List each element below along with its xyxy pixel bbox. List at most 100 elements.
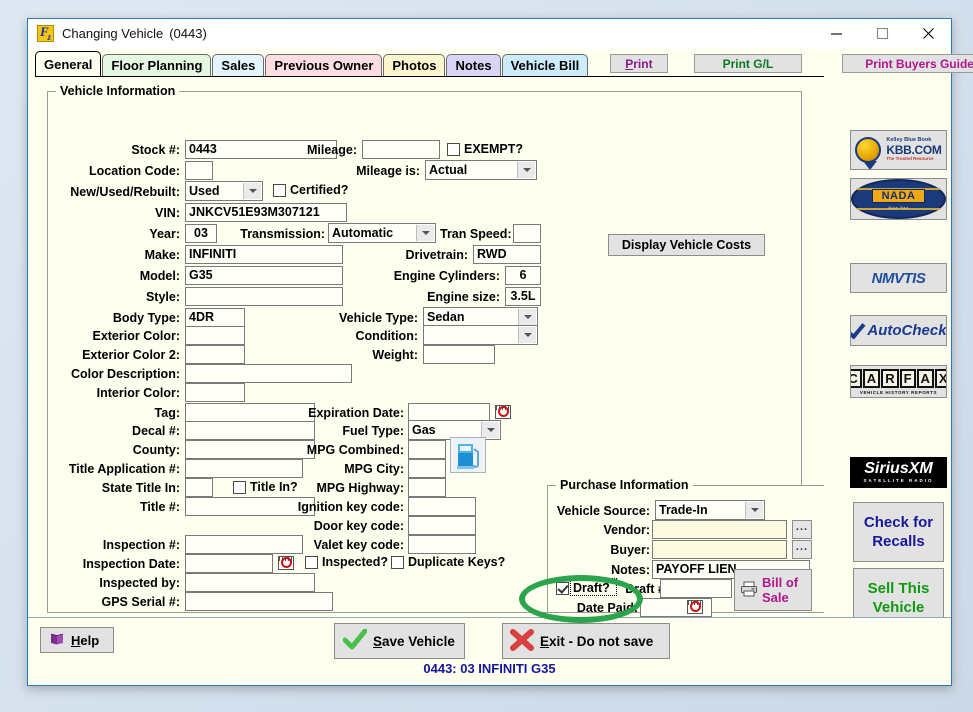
mileage-is-select[interactable]: Actual [425, 160, 537, 180]
inspected-by-input[interactable] [185, 573, 315, 592]
window-title-number: (0443) [169, 26, 207, 41]
label-body-type: Body Type: [112, 311, 180, 325]
gps-serial-no-input[interactable] [185, 592, 333, 611]
vendor-browse-button[interactable]: ... [792, 520, 812, 539]
body-type-input[interactable]: 4DR [185, 308, 245, 327]
weight-input[interactable] [423, 345, 495, 364]
decal-no-input[interactable] [185, 421, 315, 440]
nada-button[interactable]: NADA Blue Pad [850, 178, 947, 220]
tab-notes[interactable]: Notes [446, 54, 501, 76]
purchase-information-legend: Purchase Information [556, 478, 693, 492]
siriusxm-button[interactable]: SiriusXM SATELLITE RADIO [850, 457, 947, 488]
door-key-code-input[interactable] [408, 516, 476, 535]
minimize-icon[interactable] [813, 19, 859, 49]
label-title-application-no: Title Application #: [68, 462, 180, 476]
exempt-checkbox[interactable] [447, 143, 460, 156]
county-input[interactable] [185, 440, 315, 459]
certified-checkbox[interactable] [273, 184, 286, 197]
exterior-color-2-input[interactable] [185, 345, 245, 364]
label-drivetrain: Drivetrain: [405, 248, 468, 262]
calendar-icon[interactable] [278, 556, 294, 570]
label-weight: Weight: [372, 348, 418, 362]
fuel-economy-icon[interactable] [450, 437, 486, 473]
engine-size-input[interactable]: 3.5L [505, 287, 541, 306]
tab-previous-owner[interactable]: Previous Owner [265, 54, 383, 76]
condition-select[interactable] [423, 325, 538, 345]
maximize-icon[interactable] [859, 19, 905, 49]
carfax-letter-a2: A [916, 368, 934, 388]
label-vehicle-type: Vehicle Type: [339, 311, 418, 325]
label-draft: Draft? [573, 581, 610, 595]
print-button[interactable]: Print [610, 54, 668, 73]
kbb-button[interactable]: Kelley Blue Book KBB.COM The Trusted Res… [850, 130, 947, 170]
help-button[interactable]: Help [40, 627, 114, 653]
tab-general-label: General [44, 56, 93, 72]
engine-cylinders-input[interactable]: 6 [505, 266, 541, 285]
nmvtis-button[interactable]: NMVTIS [850, 263, 947, 293]
buyer-browse-button[interactable]: ... [792, 540, 812, 559]
tag-input[interactable] [185, 403, 315, 422]
tab-vehicle-bill[interactable]: Vehicle Bill [501, 54, 589, 76]
transmission-value: Automatic [332, 226, 394, 240]
inspection-date-input[interactable] [185, 554, 273, 573]
calendar-icon[interactable] [495, 405, 511, 419]
title-in-checkbox[interactable] [233, 481, 246, 494]
style-input[interactable] [185, 287, 343, 306]
mileage-input[interactable] [362, 140, 440, 159]
new-used-rebuilt-select[interactable]: Used [185, 181, 263, 201]
check-for-recalls-button[interactable]: Check for Recalls [853, 502, 944, 562]
mpg-city-input[interactable] [408, 459, 446, 478]
mpg-highway-input[interactable] [408, 478, 446, 497]
print-button-label: rint [633, 56, 653, 71]
inspection-no-input[interactable] [185, 535, 303, 554]
draft-no-input[interactable] [660, 579, 732, 598]
bill-of-sale-button[interactable]: Bill of Sale [734, 569, 812, 611]
check-for-recalls-label: Check for Recalls [864, 513, 933, 551]
vehicle-source-select[interactable]: Trade-In [655, 500, 765, 520]
print-gl-button[interactable]: Print G/L [693, 54, 803, 73]
tab-floor-planning-label: Floor Planning [111, 58, 203, 73]
model-input[interactable]: G35 [185, 266, 343, 285]
state-title-in-input[interactable] [185, 478, 213, 497]
inspected-checkbox[interactable] [305, 556, 318, 569]
tab-sales[interactable]: Sales [212, 54, 265, 76]
save-vehicle-button[interactable]: Save Vehicle [334, 623, 465, 659]
tab-photos[interactable]: Photos [383, 54, 446, 76]
make-input[interactable]: INFINITI [185, 245, 343, 264]
vin-input[interactable]: JNKCV51E93M307121 [185, 203, 347, 222]
tab-general[interactable]: General [35, 51, 102, 76]
autocheck-button[interactable]: AutoCheck [850, 315, 947, 346]
changing-vehicle-window: Changing Vehicle (0443) General Floor Pla… [27, 18, 973, 686]
display-vehicle-costs-button[interactable]: Display Vehicle Costs [608, 234, 765, 256]
ignition-key-code-input[interactable] [408, 497, 476, 516]
close-icon[interactable] [905, 19, 951, 49]
duplicate-keys-checkbox[interactable] [391, 556, 404, 569]
label-engine-size: Engine size: [427, 290, 500, 304]
print-buyers-guide-button[interactable]: Print Buyers Guide [842, 54, 973, 73]
label-inspection-date: Inspection Date: [82, 557, 180, 571]
exit-do-not-save-button[interactable]: Exit - Do not save [502, 623, 670, 659]
draft-checkbox[interactable] [556, 582, 569, 595]
exterior-color-input[interactable] [185, 326, 245, 345]
year-input[interactable]: 03 [185, 224, 217, 243]
interior-color-input[interactable] [185, 383, 245, 402]
label-vin: VIN: [155, 206, 180, 220]
location-code-input[interactable] [185, 161, 213, 180]
label-engine-cylinders: Engine Cylinders: [393, 269, 500, 283]
carfax-button[interactable]: C A R F A X VEHICLE HISTORY REPORTS [850, 365, 947, 398]
color-description-input[interactable] [185, 364, 352, 383]
mpg-combined-input[interactable] [408, 440, 446, 459]
drivetrain-input[interactable]: RWD [473, 245, 541, 264]
label-date-paid: Date Paid: [576, 601, 638, 615]
vehicle-type-select[interactable]: Sedan [423, 307, 538, 327]
title-application-no-input[interactable] [185, 459, 303, 478]
buyer-input[interactable] [652, 540, 787, 559]
kbb-line3: The Trusted Resource [886, 155, 934, 161]
calendar-icon[interactable] [687, 600, 703, 614]
vendor-input[interactable] [652, 520, 787, 539]
transmission-select[interactable]: Automatic [328, 223, 436, 243]
label-inspected-by: Inspected by: [99, 576, 180, 590]
tran-speed-input[interactable] [513, 224, 541, 243]
valet-key-code-input[interactable] [408, 535, 476, 554]
tab-floor-planning[interactable]: Floor Planning [102, 54, 212, 76]
